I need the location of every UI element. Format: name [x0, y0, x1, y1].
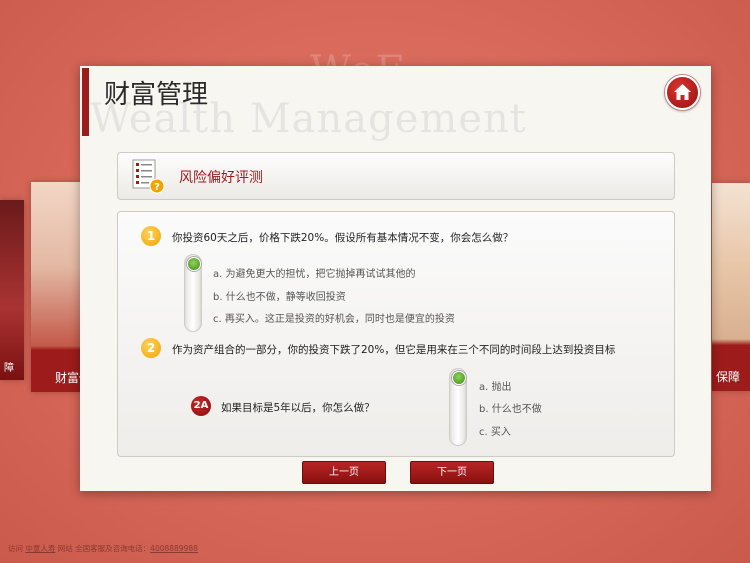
section-header: ? 风险偏好评测 [117, 152, 675, 200]
question-number-badge: 1 [141, 226, 161, 246]
footer-phone-link[interactable]: 4008889988 [150, 544, 198, 553]
footer: 访问 中意人寿 网站 全国客服及咨询电话：4008889988 [8, 543, 198, 554]
option-q2a-b[interactable]: b. 什么也不做 [479, 400, 542, 415]
footer-hotline-label: 全国客服及咨询电话： [75, 544, 151, 553]
option-q2a-c[interactable]: c. 买入 [479, 423, 511, 438]
next-page-button[interactable]: 下一页 [410, 461, 494, 484]
carousel-card-label: 财富传 [55, 371, 83, 385]
answer-slider-q2a[interactable] [449, 368, 467, 446]
question-text: 你投资60天之后，价格下跌20%。假设所有基本情况不变，你会怎么做？ [172, 232, 514, 244]
home-button[interactable] [665, 75, 700, 110]
carousel-card-protection[interactable]: 保障 [712, 183, 750, 391]
question-text: 作为资产组合的一部分，你的投资下跌了20%，但它是用来在三个不同的时间段上达到投… [172, 344, 616, 356]
main-panel: Wealth Management 财富管理 ? 风险偏好评测 1 你投资60天… [80, 66, 711, 491]
title-accent-bar [82, 68, 89, 136]
carousel-card-label: 障 [4, 363, 14, 374]
prev-page-button[interactable]: 上一页 [302, 461, 386, 484]
question-number-badge: 2 [141, 338, 161, 358]
footer-visit-label: 访问 [8, 544, 23, 553]
svg-text:?: ? [154, 182, 160, 193]
question-text: 如果目标是5年以后，你怎么做？ [221, 402, 375, 414]
questionnaire-icon: ? [132, 159, 165, 194]
answer-slider-q1[interactable] [184, 254, 202, 332]
slider-knob[interactable] [452, 371, 466, 385]
slider-knob[interactable] [187, 257, 201, 271]
carousel-card-wealth-inheritance[interactable]: 财富传 [31, 182, 83, 392]
option-q2a-a[interactable]: a. 抛出 [479, 378, 512, 393]
option-q1-a[interactable]: a. 为避免更大的担忧，把它抛掉再试试其他的 [213, 265, 416, 280]
option-q1-c[interactable]: c. 再买入。这正是投资的好机会，同时也是便宜的投资 [213, 310, 455, 325]
quiz-box: 1 你投资60天之后，价格下跌20%。假设所有基本情况不变，你会怎么做？ a. … [117, 211, 675, 457]
option-q1-b[interactable]: b. 什么也不做，静等收回投资 [213, 288, 346, 303]
carousel-card-label: 保障 [716, 370, 741, 384]
footer-site-link[interactable]: 中意人寿 [25, 544, 55, 553]
section-title: 风险偏好评测 [179, 170, 263, 186]
footer-site-label: 网站 [57, 544, 73, 553]
home-icon [674, 84, 691, 100]
question-number-badge: 2A [191, 396, 211, 416]
carousel-card-left-far[interactable]: 障 [0, 200, 24, 380]
page-title: 财富管理 [104, 80, 209, 110]
